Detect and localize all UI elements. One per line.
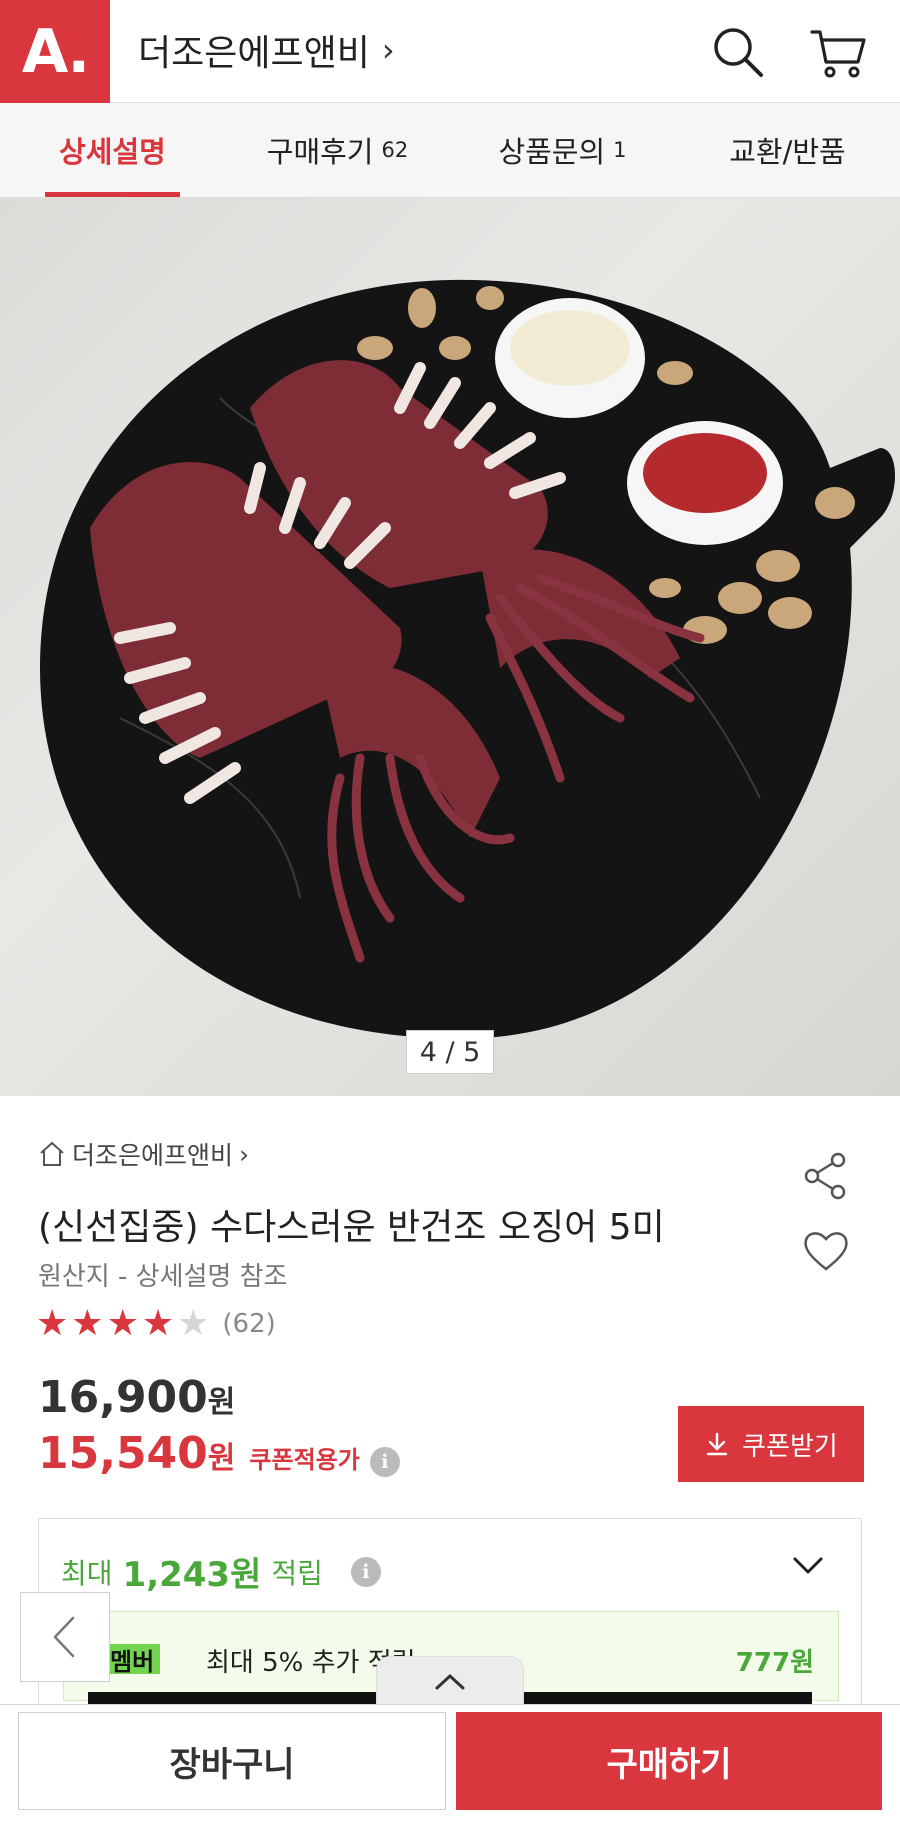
home-icon	[40, 1141, 64, 1166]
info-icon[interactable]: i	[350, 1556, 381, 1587]
coupon-price: 15,540원 쿠폰적용가 i	[38, 1428, 400, 1479]
chevron-right-icon: ›	[239, 1139, 250, 1169]
tab-details[interactable]: 상세설명	[0, 103, 225, 197]
points-suffix: 적립	[271, 1556, 323, 1590]
chevron-down-icon[interactable]	[791, 1553, 825, 1579]
tab-label: 교환/반품	[729, 135, 846, 169]
tab-count: 62	[381, 138, 409, 162]
add-to-cart-button[interactable]: 장바구니	[18, 1712, 446, 1810]
star-empty-icon: ★	[177, 1303, 210, 1344]
info-icon[interactable]: i	[369, 1447, 400, 1477]
breadcrumb-store-name: 더조은에프앤비	[72, 1141, 234, 1170]
app-header: A. 더조은에프앤비 ›	[0, 0, 900, 103]
product-photo	[40, 279, 895, 1039]
star-icon: ★	[36, 1303, 69, 1344]
product-image-carousel[interactable]	[0, 198, 900, 1096]
store-title-label: 더조은에프앤비	[138, 33, 370, 74]
get-coupon-label: 쿠폰받기	[742, 1430, 838, 1461]
expand-handle[interactable]	[376, 1656, 524, 1706]
original-price: 16,900원	[38, 1372, 235, 1423]
heart-icon[interactable]	[800, 1225, 852, 1277]
chevron-left-icon	[53, 1616, 75, 1658]
tab-returns[interactable]: 교환/반품	[675, 103, 900, 197]
member-badge: 멤버	[104, 1644, 161, 1676]
tab-label: 상품문의	[498, 135, 606, 169]
currency-label: 원	[207, 1441, 236, 1476]
star-icon: ★	[106, 1303, 139, 1344]
tab-inquiries[interactable]: 상품문의 1	[450, 103, 675, 197]
cart-icon[interactable]	[808, 22, 868, 82]
tab-reviews[interactable]: 구매후기 62	[225, 103, 450, 197]
coupon-price-value: 15,540	[38, 1428, 208, 1479]
tab-label: 상세설명	[59, 135, 166, 169]
rating-stars[interactable]: ★ ★ ★ ★ ★ (62)	[36, 1306, 276, 1342]
points-prefix: 최대	[61, 1556, 113, 1590]
download-icon	[706, 1432, 728, 1456]
tab-count: 1	[613, 138, 627, 162]
get-coupon-button[interactable]: 쿠폰받기	[678, 1406, 864, 1482]
rating-count: (62)	[222, 1309, 276, 1339]
member-points-amount: 777원	[735, 1648, 814, 1678]
points-summary[interactable]: 최대 1,243원 적립 i	[61, 1547, 381, 1596]
search-icon[interactable]	[708, 22, 768, 82]
coupon-price-tag: 쿠폰적용가	[249, 1446, 360, 1474]
image-page-indicator: 4 / 5	[406, 1030, 494, 1074]
chevron-up-icon	[435, 1674, 465, 1689]
currency-label: 원	[207, 1385, 236, 1420]
tab-label: 구매후기	[266, 135, 374, 169]
star-icon: ★	[71, 1303, 104, 1344]
store-title-link[interactable]: 더조은에프앤비 ›	[138, 24, 395, 76]
star-icon: ★	[141, 1303, 175, 1344]
store-breadcrumb[interactable]: 더조은에프앤비 ›	[38, 1136, 249, 1172]
original-price-value: 16,900	[38, 1372, 208, 1423]
chevron-right-icon: ›	[381, 31, 395, 69]
product-title: (신선집중) 수다스러운 반건조 오징어 5미	[38, 1207, 665, 1248]
buy-now-button[interactable]: 구매하기	[456, 1712, 882, 1810]
product-tabs: 상세설명 구매후기 62 상품문의 1 교환/반품	[0, 103, 900, 198]
share-icon[interactable]	[800, 1150, 852, 1202]
back-button[interactable]	[20, 1592, 110, 1682]
product-origin: 원산지 - 상세설명 참조	[38, 1262, 288, 1292]
points-amount: 1,243원	[122, 1555, 262, 1595]
app-logo[interactable]: A.	[0, 0, 110, 103]
